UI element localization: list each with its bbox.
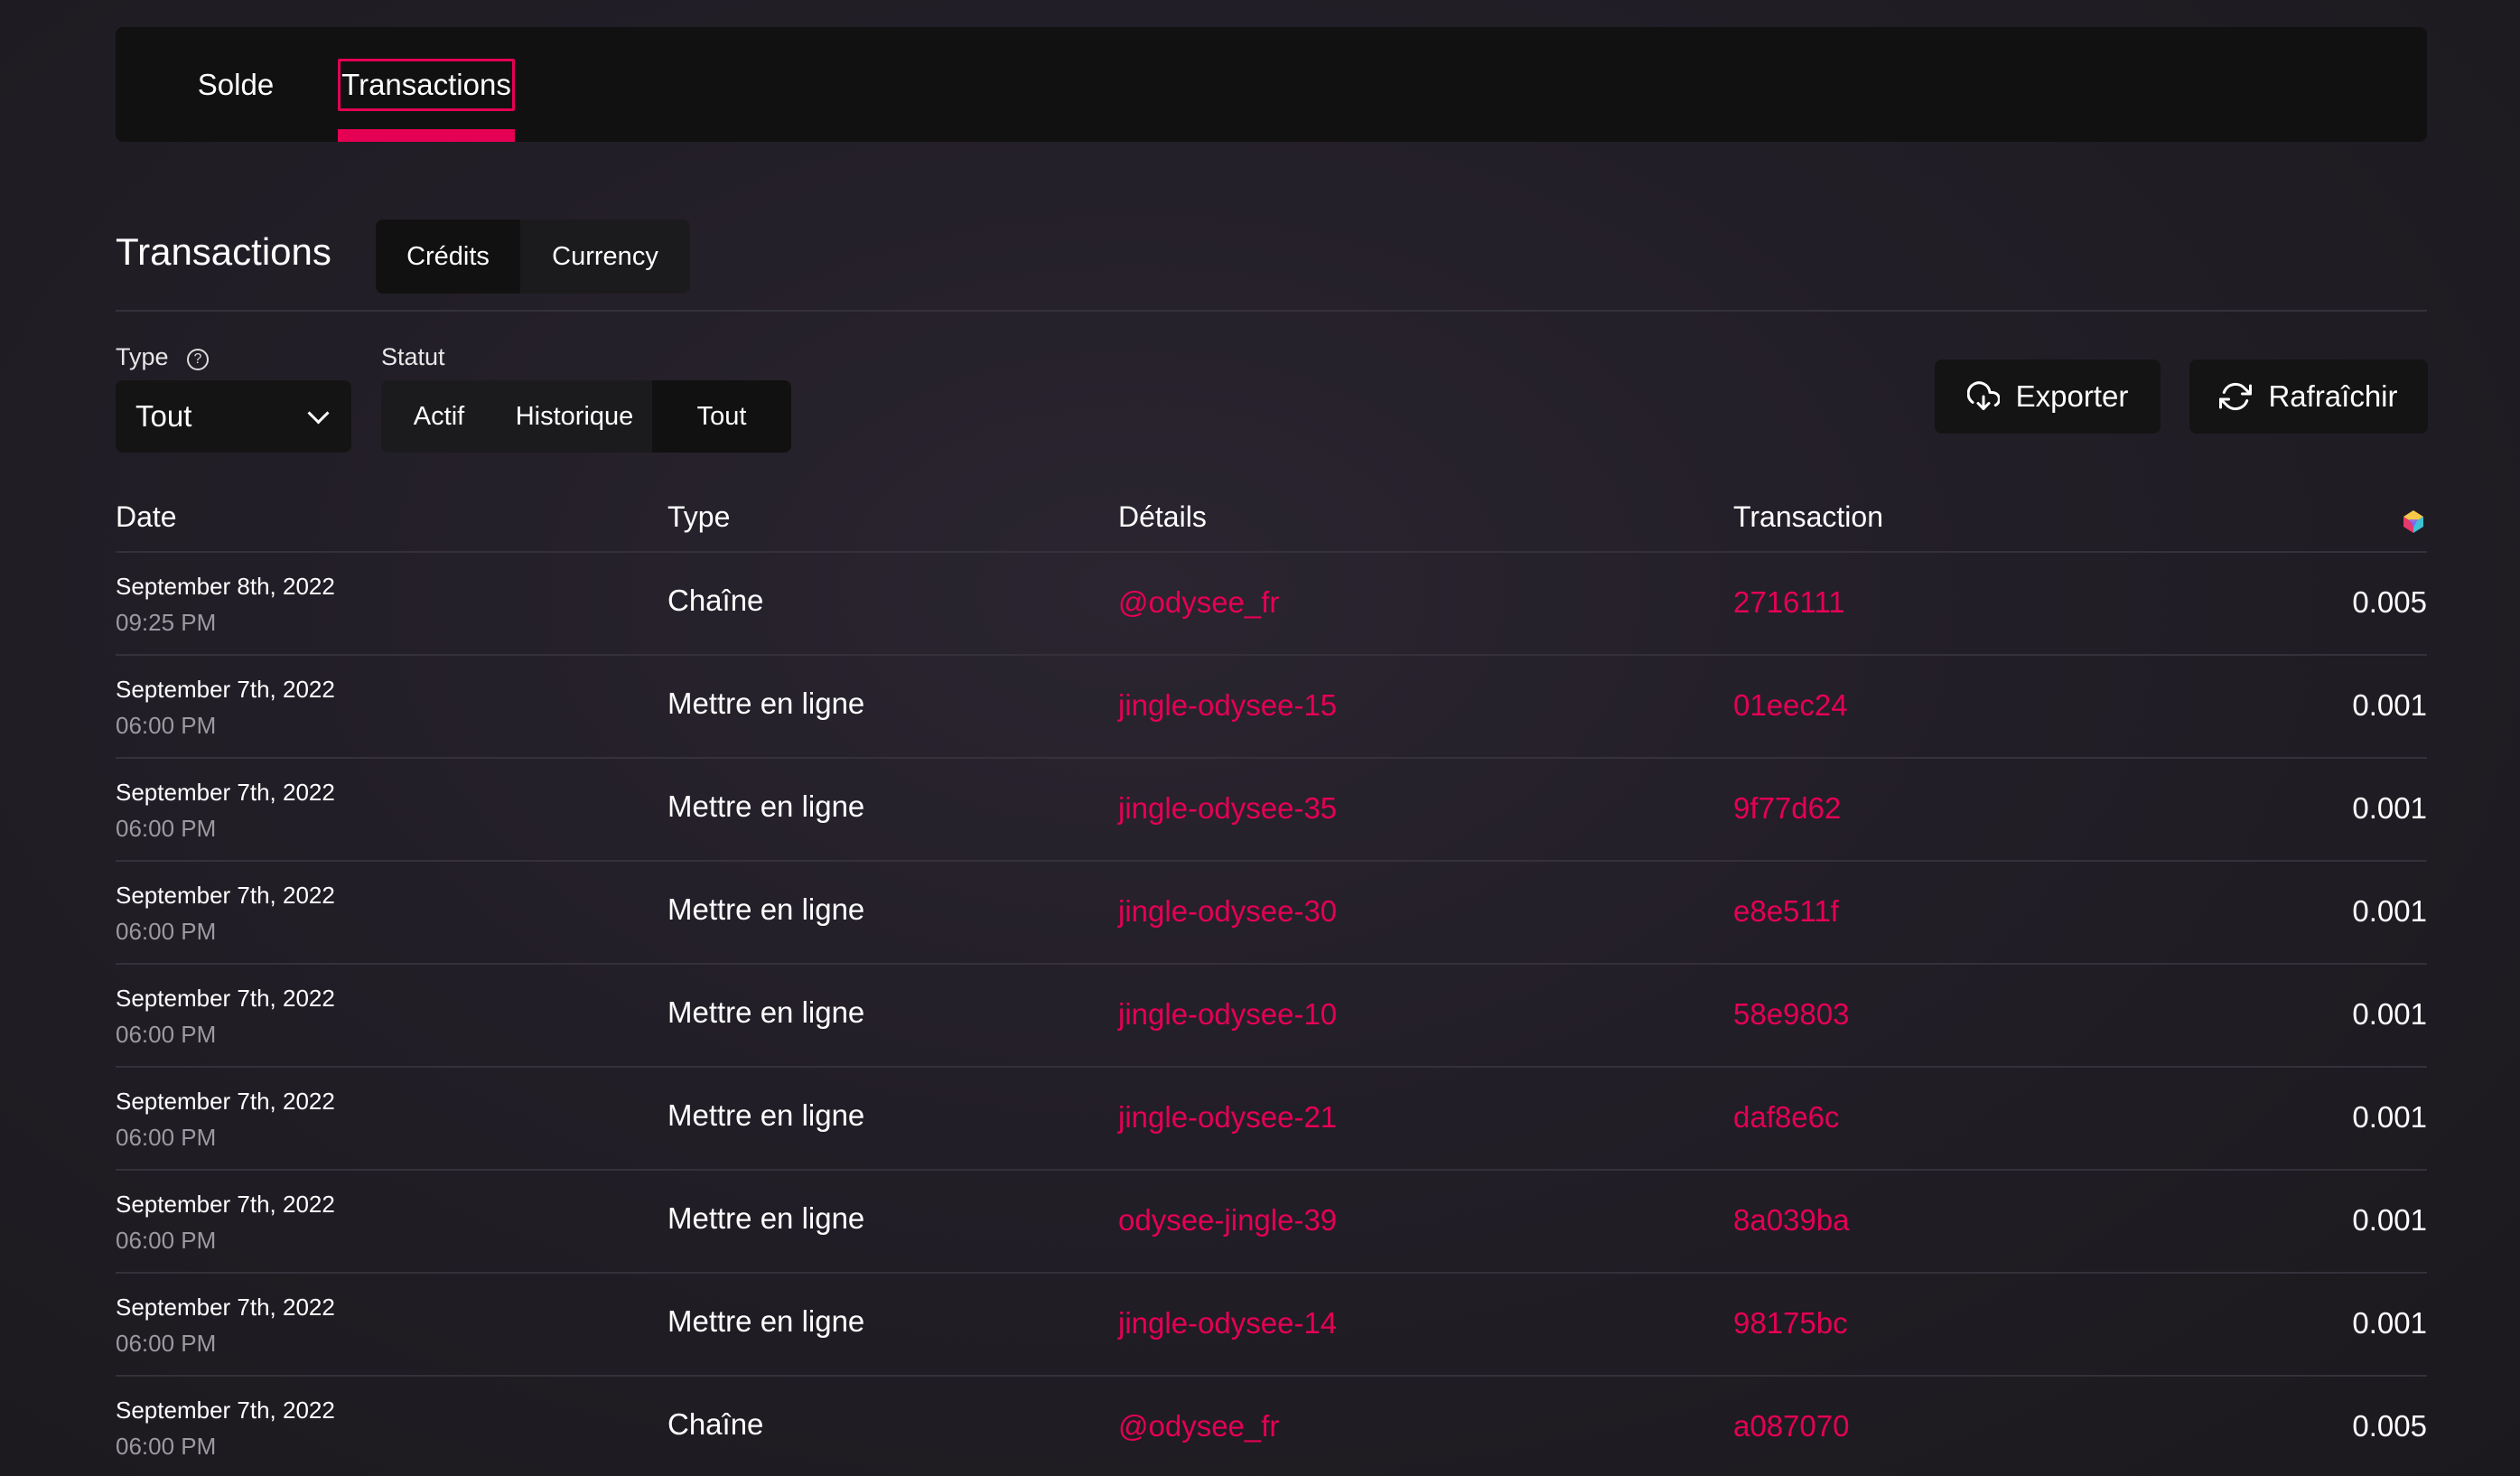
row-details-link[interactable]: jingle-odysee-21 [1118,1100,1337,1135]
row-type: Mettre en ligne [667,1201,865,1235]
row-time: 06:00 PM [116,815,217,842]
row-details-link[interactable]: jingle-odysee-30 [1118,894,1337,929]
export-button[interactable]: Exporter [1935,360,2161,434]
row-details-link[interactable]: @odysee_fr [1118,585,1279,620]
row-details-link[interactable]: odysee-jingle-39 [1118,1203,1337,1238]
row-type: Mettre en ligne [667,995,865,1029]
type-select[interactable]: Tout [116,380,351,453]
toggle-currency[interactable]: Currency [520,220,690,294]
row-date: September 7th, 2022 [116,779,335,806]
row-amount: 0.001 [2352,791,2427,825]
row-details-link[interactable]: jingle-odysee-35 [1118,791,1337,826]
wallet-tab-bar: Solde Transactions [116,27,2427,142]
table-row: September 7th, 2022 06:00 PM Mettre en l… [116,656,2427,759]
row-transaction-link[interactable]: 2716111 [1733,585,1845,620]
table-row: September 7th, 2022 06:00 PM Chaîne @ody… [116,1377,2427,1476]
tab-solde[interactable]: Solde [186,27,285,142]
row-type: Chaîne [667,584,764,617]
row-time: 06:00 PM [116,712,217,739]
row-type: Mettre en ligne [667,1098,865,1132]
row-amount: 0.001 [2352,1203,2427,1237]
header-details: Détails [1118,500,1207,533]
table-row: September 7th, 2022 06:00 PM Mettre en l… [116,1068,2427,1171]
refresh-icon [2219,382,2253,411]
tab-transactions-label: Transactions [338,58,515,111]
row-date: September 7th, 2022 [116,676,335,703]
row-amount: 0.005 [2352,1409,2427,1443]
section-title: Transactions [116,230,331,273]
cloud-download-icon [1966,381,2000,410]
row-amount: 0.001 [2352,997,2427,1031]
row-transaction-link[interactable]: e8e511f [1733,894,1839,929]
status-toggle: Actif Historique Tout [381,380,791,453]
row-transaction-link[interactable]: 9f77d62 [1733,791,1841,826]
table-row: September 7th, 2022 06:00 PM Mettre en l… [116,1274,2427,1377]
row-date: September 7th, 2022 [116,1088,335,1115]
status-filter-label: Statut [381,343,445,370]
row-date: September 7th, 2022 [116,1397,335,1424]
row-type: Mettre en ligne [667,1304,865,1338]
table-row: September 7th, 2022 06:00 PM Mettre en l… [116,1171,2427,1274]
row-time: 06:00 PM [116,1124,217,1151]
row-time: 06:00 PM [116,1227,217,1254]
section-divider [116,310,2427,312]
table-row: September 7th, 2022 06:00 PM Mettre en l… [116,965,2427,1068]
row-date: September 7th, 2022 [116,985,335,1012]
refresh-button[interactable]: Rafraîchir [2189,360,2428,434]
row-details-link[interactable]: jingle-odysee-14 [1118,1306,1337,1341]
status-actif[interactable]: Actif [381,380,497,453]
row-details-link[interactable]: @odysee_fr [1118,1409,1279,1443]
credits-icon [2403,510,2423,533]
row-time: 06:00 PM [116,1330,217,1357]
row-transaction-link[interactable]: 58e9803 [1733,997,1849,1032]
refresh-label: Rafraîchir [2268,379,2398,413]
row-date: September 8th, 2022 [116,573,335,600]
row-time: 06:00 PM [116,918,217,945]
tab-transactions[interactable]: Transactions [338,27,515,142]
type-select-value: Tout [135,399,192,433]
row-details-link[interactable]: jingle-odysee-10 [1118,997,1337,1032]
row-date: September 7th, 2022 [116,1191,335,1218]
active-tab-indicator [338,129,515,142]
row-details-link[interactable]: jingle-odysee-15 [1118,688,1337,723]
row-type: Mettre en ligne [667,789,865,823]
row-transaction-link[interactable]: 98175bc [1733,1306,1848,1341]
row-transaction-link[interactable]: 8a039ba [1733,1203,1849,1238]
row-date: September 7th, 2022 [116,1294,335,1321]
header-transaction: Transaction [1733,500,1883,533]
table-header: Date Type Détails Transaction [116,488,2427,553]
row-transaction-link[interactable]: a087070 [1733,1409,1849,1443]
row-date: September 7th, 2022 [116,882,335,909]
header-type: Type [667,500,731,533]
row-amount: 0.001 [2352,1306,2427,1340]
row-transaction-link[interactable]: daf8e6c [1733,1100,1839,1135]
type-filter-label: Type [116,343,169,370]
row-transaction-link[interactable]: 01eec24 [1733,688,1848,723]
export-label: Exporter [2015,379,2129,413]
row-time: 09:25 PM [116,609,217,636]
status-tout[interactable]: Tout [652,380,791,453]
row-amount: 0.001 [2352,1100,2427,1134]
row-amount: 0.001 [2352,894,2427,928]
row-type: Chaîne [667,1407,764,1441]
header-date: Date [116,500,177,533]
chevron-down-icon [307,401,330,425]
row-type: Mettre en ligne [667,687,865,720]
table-row: September 7th, 2022 06:00 PM Mettre en l… [116,862,2427,965]
row-time: 06:00 PM [116,1021,217,1048]
row-amount: 0.005 [2352,585,2427,619]
status-historique[interactable]: Historique [497,380,652,453]
row-type: Mettre en ligne [667,892,865,926]
row-time: 06:00 PM [116,1433,217,1460]
table-row: September 8th, 2022 09:25 PM Chaîne @ody… [116,553,2427,656]
row-amount: 0.001 [2352,688,2427,722]
help-icon[interactable]: ? [187,349,209,370]
table-row: September 7th, 2022 06:00 PM Mettre en l… [116,759,2427,862]
toggle-credits[interactable]: Crédits [376,220,520,294]
currency-toggle: Crédits Currency [376,220,690,294]
